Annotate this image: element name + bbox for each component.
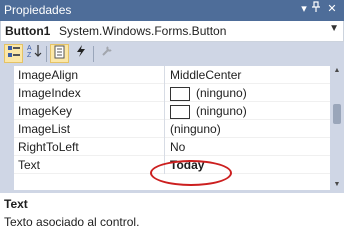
property-name: ImageKey (18, 104, 73, 118)
property-name: ImageAlign (18, 68, 79, 82)
window-titlebar: Propiedades ▾ ✕ (0, 0, 344, 21)
property-row-righttoleft[interactable]: RightToLeft No (14, 138, 330, 156)
property-pages-button[interactable] (97, 44, 116, 63)
svg-text:Z: Z (27, 52, 32, 58)
categorized-icon (7, 46, 20, 57)
property-row-imagelist[interactable]: ImageList (ninguno) (14, 120, 330, 138)
property-value: (ninguno) (196, 86, 247, 100)
property-value-container[interactable]: (ninguno) (170, 104, 247, 119)
column-divider (164, 102, 165, 120)
lightning-icon (76, 45, 85, 57)
property-row-imagealign[interactable]: ImageAlign MiddleCenter (14, 66, 330, 84)
property-value[interactable]: MiddleCenter (170, 68, 241, 82)
property-row-imagekey[interactable]: ImageKey (ninguno) (14, 102, 330, 120)
column-divider (164, 66, 165, 84)
property-toolbar: A Z (0, 42, 344, 66)
property-name: RightToLeft (18, 140, 79, 154)
property-value: (ninguno) (196, 104, 247, 118)
sort-az-icon: A Z (27, 45, 41, 59)
description-title: Text (4, 197, 28, 211)
property-name: ImageIndex (18, 86, 81, 100)
categorized-button[interactable] (4, 44, 23, 63)
toolbar-separator (46, 46, 47, 62)
properties-icon (54, 45, 64, 59)
object-type: System.Windows.Forms.Button (59, 24, 227, 38)
description-panel: Text Texto asociado al control. (0, 193, 344, 250)
vertical-scrollbar[interactable]: ▲ ▼ (330, 66, 344, 190)
window-title: Propiedades (4, 3, 72, 17)
property-name: ImageList (18, 122, 71, 136)
alphabetical-button[interactable]: A Z (25, 44, 44, 63)
object-selector[interactable]: Button1 System.Windows.Forms.Button ▼ (0, 21, 344, 42)
description-text: Texto asociado al control. (4, 215, 140, 229)
property-value[interactable]: No (170, 140, 185, 154)
property-row-imageindex[interactable]: ImageIndex (ninguno) (14, 84, 330, 102)
column-divider (164, 120, 165, 138)
close-icon[interactable]: ✕ (324, 1, 340, 17)
wrench-icon (101, 46, 112, 56)
property-value[interactable]: (ninguno) (170, 122, 221, 136)
object-name: Button1 (5, 24, 51, 38)
chevron-down-icon[interactable]: ▼ (329, 23, 339, 34)
column-divider (164, 138, 165, 156)
svg-text:A: A (27, 45, 32, 52)
column-divider (164, 84, 165, 102)
property-name: Text (18, 158, 41, 172)
properties-button[interactable] (50, 44, 69, 63)
scroll-down-icon[interactable]: ▼ (333, 181, 341, 188)
scroll-thumb[interactable] (333, 104, 341, 124)
image-swatch (170, 104, 190, 119)
image-swatch (170, 86, 190, 101)
events-button[interactable] (71, 44, 90, 63)
toolbar-separator (93, 46, 94, 62)
scroll-up-icon[interactable]: ▲ (333, 67, 341, 74)
pin-icon[interactable] (308, 1, 324, 17)
highlight-ellipse (150, 160, 232, 186)
property-value-container[interactable]: (ninguno) (170, 86, 247, 101)
